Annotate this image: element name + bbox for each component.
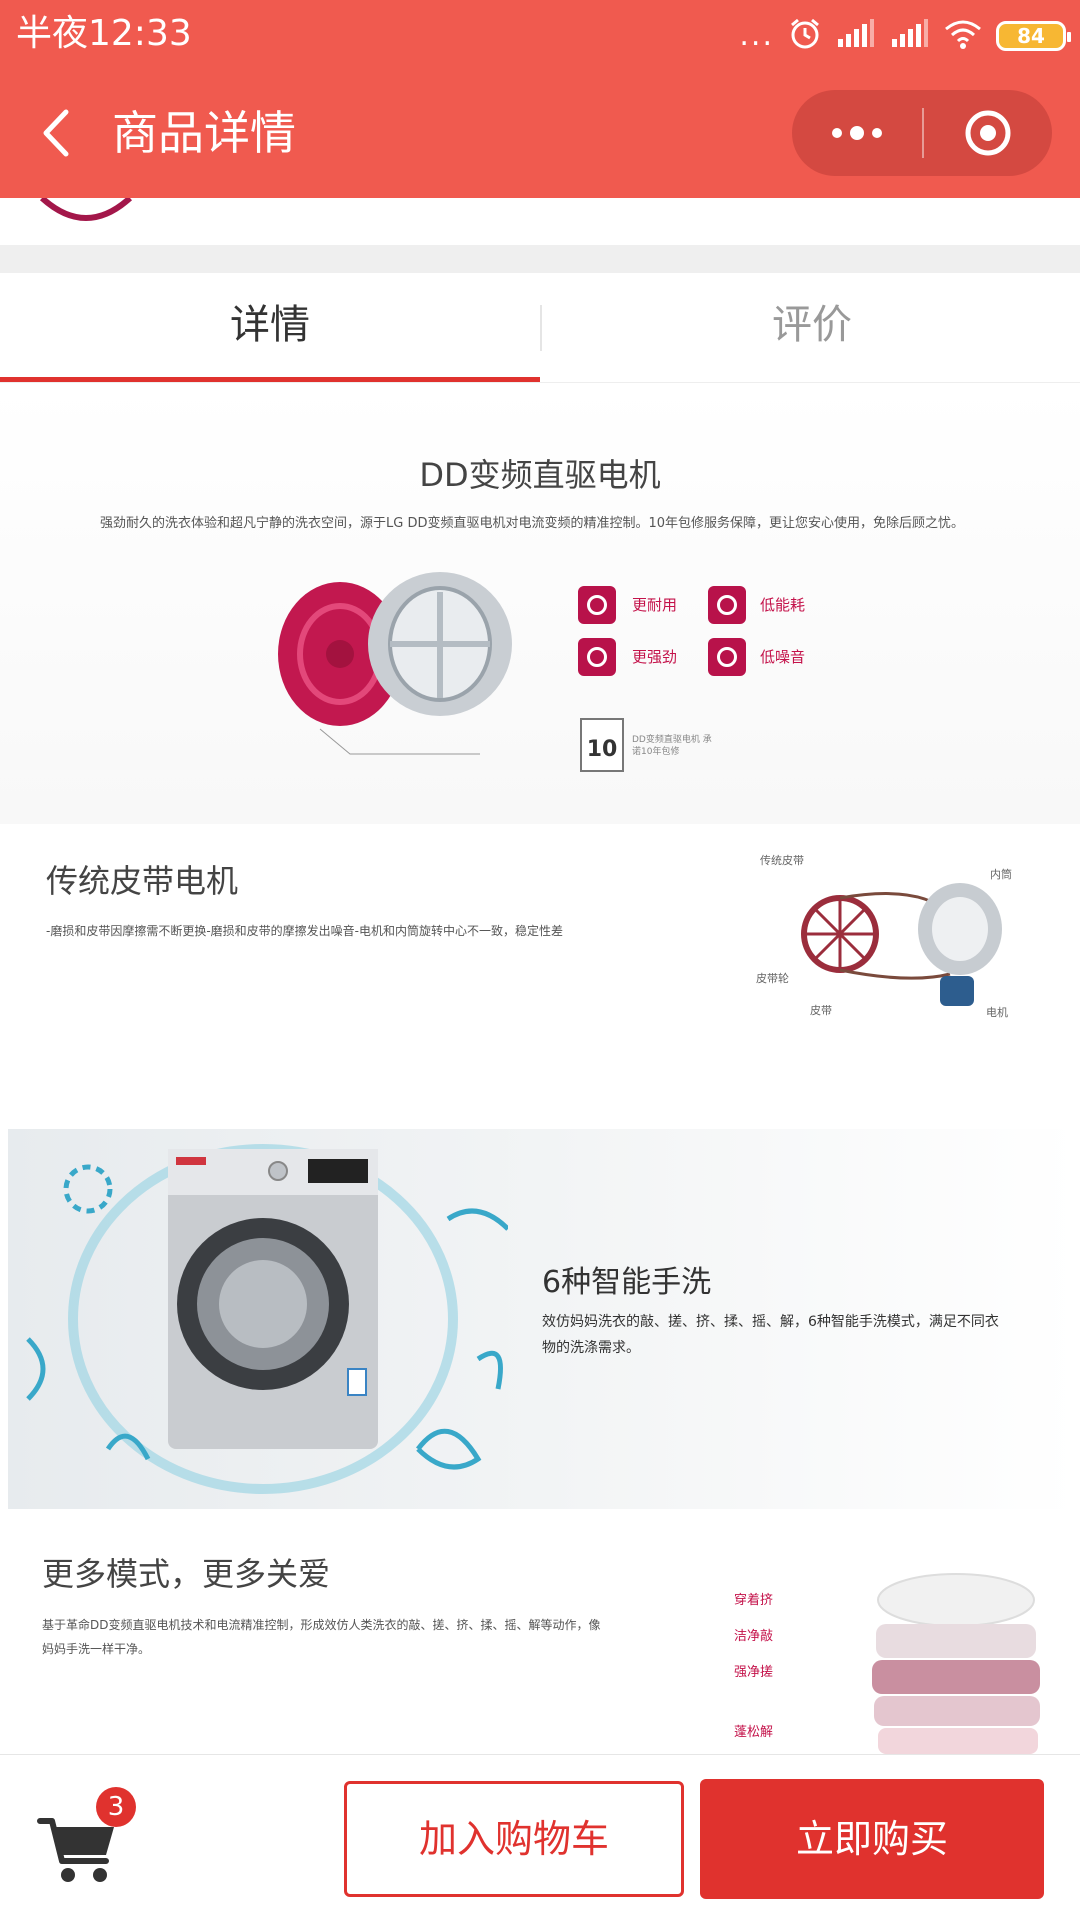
feature-low-noise: 低噪音 — [760, 648, 806, 666]
add-to-cart-button[interactable]: 加入购物车 — [344, 1781, 684, 1897]
tab-details[interactable]: 详情 — [0, 273, 540, 383]
signal-icon-2 — [890, 19, 930, 53]
warranty-10-badge-icon: 10 — [580, 718, 624, 772]
more-dots-icon — [832, 126, 882, 140]
section-more-modes: 更多模式，更多关爱 基于革命DD变频直驱电机技术和电流精准控制，形成效仿人类洗衣… — [0, 1509, 1080, 1754]
more-modes-title: 更多模式，更多关爱 — [42, 1555, 331, 1593]
low-energy-icon — [708, 586, 746, 624]
cart-count-badge: 3 — [96, 1787, 136, 1827]
battery-icon: 84 — [996, 21, 1071, 51]
mode-item: 强净搓 — [734, 1665, 774, 1680]
washing-machine-image — [26, 1144, 508, 1494]
more-button[interactable] — [792, 90, 922, 176]
target-close-icon — [965, 110, 1011, 156]
section-hand-wash: 6种智能手洗 效仿妈妈洗衣的敲、搓、挤、揉、摇、解，6种智能手洗模式，满足不同衣… — [8, 1129, 1078, 1509]
status-time: 半夜12:33 — [16, 13, 192, 54]
page-title: 商品详情 — [112, 106, 296, 160]
label-belt: 传统皮带 — [760, 854, 804, 867]
wifi-icon — [944, 19, 982, 53]
mode-item: 蓬松解 — [734, 1725, 774, 1740]
status-more-dots: ... — [739, 18, 774, 53]
active-tab-indicator — [0, 377, 540, 382]
back-button[interactable] — [30, 98, 90, 168]
hand-wash-desc: 效仿妈妈洗衣的敲、搓、挤、揉、摇、解，6种智能手洗模式，满足不同衣物的洗涤需求。 — [542, 1314, 999, 1356]
warranty-note: DD变频直驱电机 承诺10年包修 — [632, 735, 712, 757]
more-modes-desc: 基于革命DD变频直驱电机技术和电流精准控制，形成效仿人类洗衣的敲、搓、挤、揉、摇… — [42, 1618, 601, 1656]
svg-text:10: 10 — [587, 737, 618, 762]
label-pulley: 皮带轮 — [756, 972, 789, 985]
alarm-icon — [788, 17, 822, 55]
clothes-stack-image — [872, 1573, 1040, 1754]
brand-logo-partial — [39, 198, 133, 221]
section-dd-motor: DD变频直驱电机 强劲耐久的洗衣体验和超凡宁静的洗衣空间，源于LG DD变频直驱… — [0, 384, 1080, 824]
feature-powerful: 更强劲 — [632, 648, 678, 666]
tab-reviews[interactable]: 评价 — [542, 273, 1080, 383]
signal-icon-1 — [836, 19, 876, 53]
bottom-action-bar: 3 加入购物车 立即购买 — [0, 1754, 1080, 1920]
dd-motor-title: DD变频直驱电机 — [419, 456, 661, 494]
dd-motor-desc: 强劲耐久的洗衣体验和超凡宁静的洗衣空间，源于LG DD变频直驱电机对电流变频的精… — [100, 516, 965, 531]
chevron-left-icon — [43, 109, 69, 157]
status-bar: 半夜12:33 ... 84 — [0, 0, 1080, 70]
product-header-partial — [0, 198, 1080, 248]
mini-program-capsule — [792, 90, 1052, 176]
belt-motor-title: 传统皮带电机 — [46, 862, 239, 900]
buy-now-button[interactable]: 立即购买 — [700, 1779, 1044, 1899]
title-bar: 商品详情 — [0, 70, 1080, 198]
feature-durable: 更耐用 — [632, 596, 678, 614]
durable-icon — [578, 586, 616, 624]
hand-wash-title: 6种智能手洗 — [542, 1265, 712, 1300]
mode-item: 洁净敲 — [734, 1629, 774, 1644]
section-belt-motor: 传统皮带电机 -磨损和皮带因摩擦需不断更换-磨损和皮带的摩擦发出噪音-电机和内筒… — [0, 824, 1080, 1104]
status-icons: ... 84 — [739, 14, 1071, 58]
detail-tabs: 详情 评价 — [0, 273, 1080, 383]
product-detail-content: DD变频直驱电机 强劲耐久的洗衣体验和超凡宁静的洗衣空间，源于LG DD变频直驱… — [0, 384, 1080, 1754]
close-button[interactable] — [924, 90, 1052, 176]
belt-motor-image — [801, 883, 1002, 1006]
powerful-icon — [578, 638, 616, 676]
feature-low-energy: 低能耗 — [760, 596, 806, 614]
section-divider — [0, 245, 1080, 273]
mode-item: 穿着挤 — [734, 1593, 774, 1608]
belt-motor-desc: -磨损和皮带因摩擦需不断更换-磨损和皮带的摩擦发出噪音-电机和内筒旋转中心不一致… — [46, 924, 563, 938]
low-noise-icon — [708, 638, 746, 676]
dd-motor-image — [278, 572, 512, 755]
